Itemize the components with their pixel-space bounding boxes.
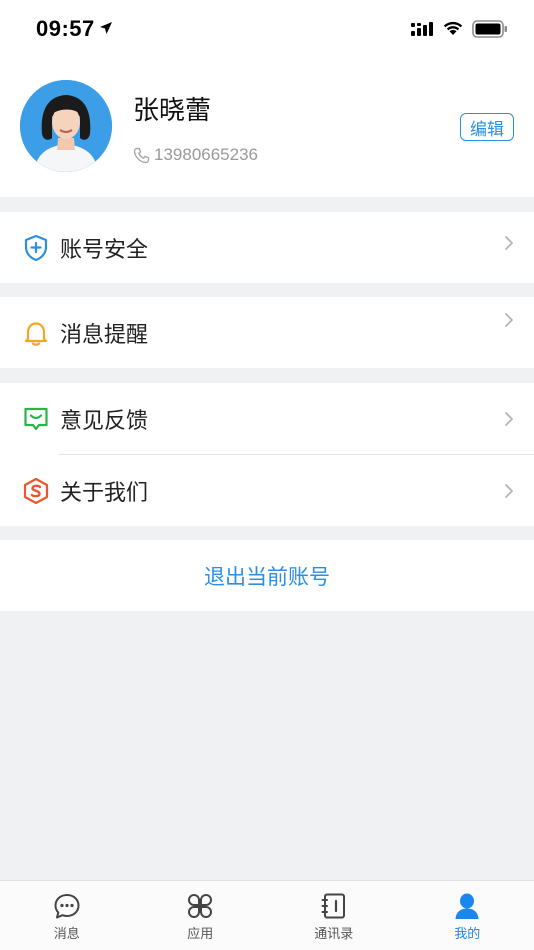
phone-row: 13980665236	[133, 145, 258, 165]
tab-label: 消息	[53, 927, 80, 942]
location-arrow-icon	[100, 22, 112, 34]
menu-item-notifications[interactable]: 消息提醒	[0, 297, 534, 368]
chevron-right-icon	[505, 235, 513, 250]
user-name: 张晓蕾	[133, 96, 212, 126]
tab-bar: 消息 应用 通讯录 我的	[0, 880, 534, 950]
person-icon	[455, 893, 479, 919]
menu-group-security: 账号安全	[0, 212, 534, 283]
menu-label-about: 关于我们	[60, 480, 149, 506]
contacts-book-icon	[321, 893, 345, 919]
wifi-icon	[443, 21, 463, 35]
chat-bubble-icon	[54, 894, 80, 919]
chevron-right-icon	[505, 313, 513, 328]
feedback-message-icon	[24, 407, 48, 430]
chevron-right-icon	[505, 483, 513, 498]
menu-group-notifications: 消息提醒	[0, 297, 534, 368]
status-time: 09:57	[36, 16, 95, 41]
status-bar: 09:57	[0, 0, 534, 58]
menu-item-feedback[interactable]: 意见反馈	[0, 383, 534, 454]
apps-grid-icon	[188, 894, 213, 918]
phone-number: 13980665236	[154, 145, 259, 164]
menu-group-support: 意见反馈 关于我们	[0, 383, 534, 526]
menu-label-feedback: 意见反馈	[60, 408, 149, 434]
tab-contacts[interactable]: 通讯录	[267, 881, 401, 950]
tab-label: 应用	[187, 927, 214, 942]
tab-label: 通讯录	[314, 927, 354, 942]
menu-item-account-security[interactable]: 账号安全	[0, 212, 534, 283]
cellular-signal-icon	[411, 22, 433, 36]
phone-icon	[133, 147, 150, 163]
about-logo-icon	[23, 477, 49, 504]
avatar-portrait-icon	[20, 80, 112, 172]
menu-label-account-security: 账号安全	[60, 237, 149, 263]
chevron-right-icon	[505, 411, 513, 426]
tab-label: 我的	[454, 927, 481, 942]
logout-button[interactable]: 退出当前账号	[0, 540, 534, 611]
tab-messages[interactable]: 消息	[0, 881, 134, 950]
menu-label-notifications: 消息提醒	[60, 322, 149, 348]
profile-card: 张晓蕾 13980665236 编辑	[0, 58, 534, 197]
avatar[interactable]	[20, 80, 112, 172]
edit-profile-button[interactable]: 编辑	[460, 113, 514, 141]
tab-mine[interactable]: 我的	[401, 881, 534, 950]
battery-icon	[472, 20, 507, 38]
tab-apps[interactable]: 应用	[134, 881, 268, 950]
menu-item-about[interactable]: 关于我们	[0, 455, 534, 526]
shield-plus-icon	[24, 234, 48, 261]
logout-label: 退出当前账号	[204, 564, 330, 589]
bell-icon	[24, 321, 48, 346]
